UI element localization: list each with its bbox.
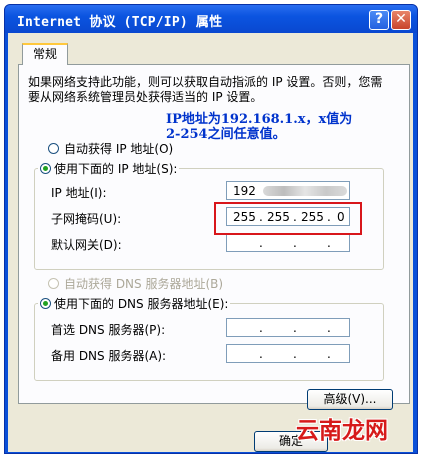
dialog-client: 常规 如果网络支持此功能，则可以获取自动指派的 IP 设置。否则，您需要从网络系… bbox=[8, 33, 413, 452]
title-bar[interactable]: Internet 协议 (TCP/IP) 属性 ? ✕ bbox=[5, 5, 417, 33]
radio-manual-dns[interactable] bbox=[40, 298, 51, 309]
dns-group bbox=[34, 303, 384, 381]
ip-address-label: IP 地址(I): bbox=[51, 186, 107, 200]
preferred-dns-input[interactable]: ... bbox=[226, 318, 350, 337]
advanced-button[interactable]: 高级(V)... bbox=[307, 389, 393, 410]
ip-group-header: 使用下面的 IP 地址(S): bbox=[38, 160, 180, 177]
highlight-box bbox=[214, 202, 362, 235]
tab-general[interactable]: 常规 bbox=[22, 43, 68, 65]
radio-manual-ip-label: 使用下面的 IP 地址(S): bbox=[54, 162, 178, 176]
window-title: Internet 协议 (TCP/IP) 属性 bbox=[17, 15, 223, 30]
radio-auto-ip-label: 自动获得 IP 地址(O) bbox=[64, 142, 174, 156]
obscured-ip-digits bbox=[263, 186, 347, 196]
ip-address-input[interactable]: 192 bbox=[226, 181, 350, 200]
subnet-mask-label: 子网掩码(U): bbox=[51, 212, 122, 226]
ip-octet: 192 bbox=[233, 184, 256, 198]
annotation-text: IP地址为192.168.1.x，x值为2-254之间任意值。 bbox=[166, 112, 353, 142]
dns-group-header: 使用下面的 DNS 服务器地址(E): bbox=[38, 295, 231, 312]
default-gateway-label: 默认网关(D): bbox=[51, 238, 122, 252]
radio-auto-dns-label: 自动获得 DNS 服务器地址(B) bbox=[64, 277, 224, 291]
watermark: 云南龙网 bbox=[296, 417, 388, 444]
alternate-dns-label: 备用 DNS 服务器(A): bbox=[51, 349, 167, 363]
description-text: 如果网络支持此功能，则可以获取自动指派的 IP 设置。否则，您需要从网络系统管理… bbox=[28, 75, 383, 104]
default-gateway-input[interactable]: ... bbox=[226, 233, 350, 252]
radio-manual-dns-label: 使用下面的 DNS 服务器地址(E): bbox=[54, 297, 229, 311]
radio-auto-dns[interactable] bbox=[48, 278, 59, 289]
radio-manual-ip[interactable] bbox=[40, 163, 51, 174]
close-button[interactable]: ✕ bbox=[391, 10, 411, 30]
preferred-dns-label: 首选 DNS 服务器(P): bbox=[51, 323, 166, 337]
help-button[interactable]: ? bbox=[369, 10, 389, 30]
radio-auto-ip[interactable] bbox=[48, 143, 59, 154]
alternate-dns-input[interactable]: ... bbox=[226, 344, 350, 363]
dialog-window: Internet 协议 (TCP/IP) 属性 ? ✕ 常规 如果网络支持此功能… bbox=[4, 4, 418, 454]
